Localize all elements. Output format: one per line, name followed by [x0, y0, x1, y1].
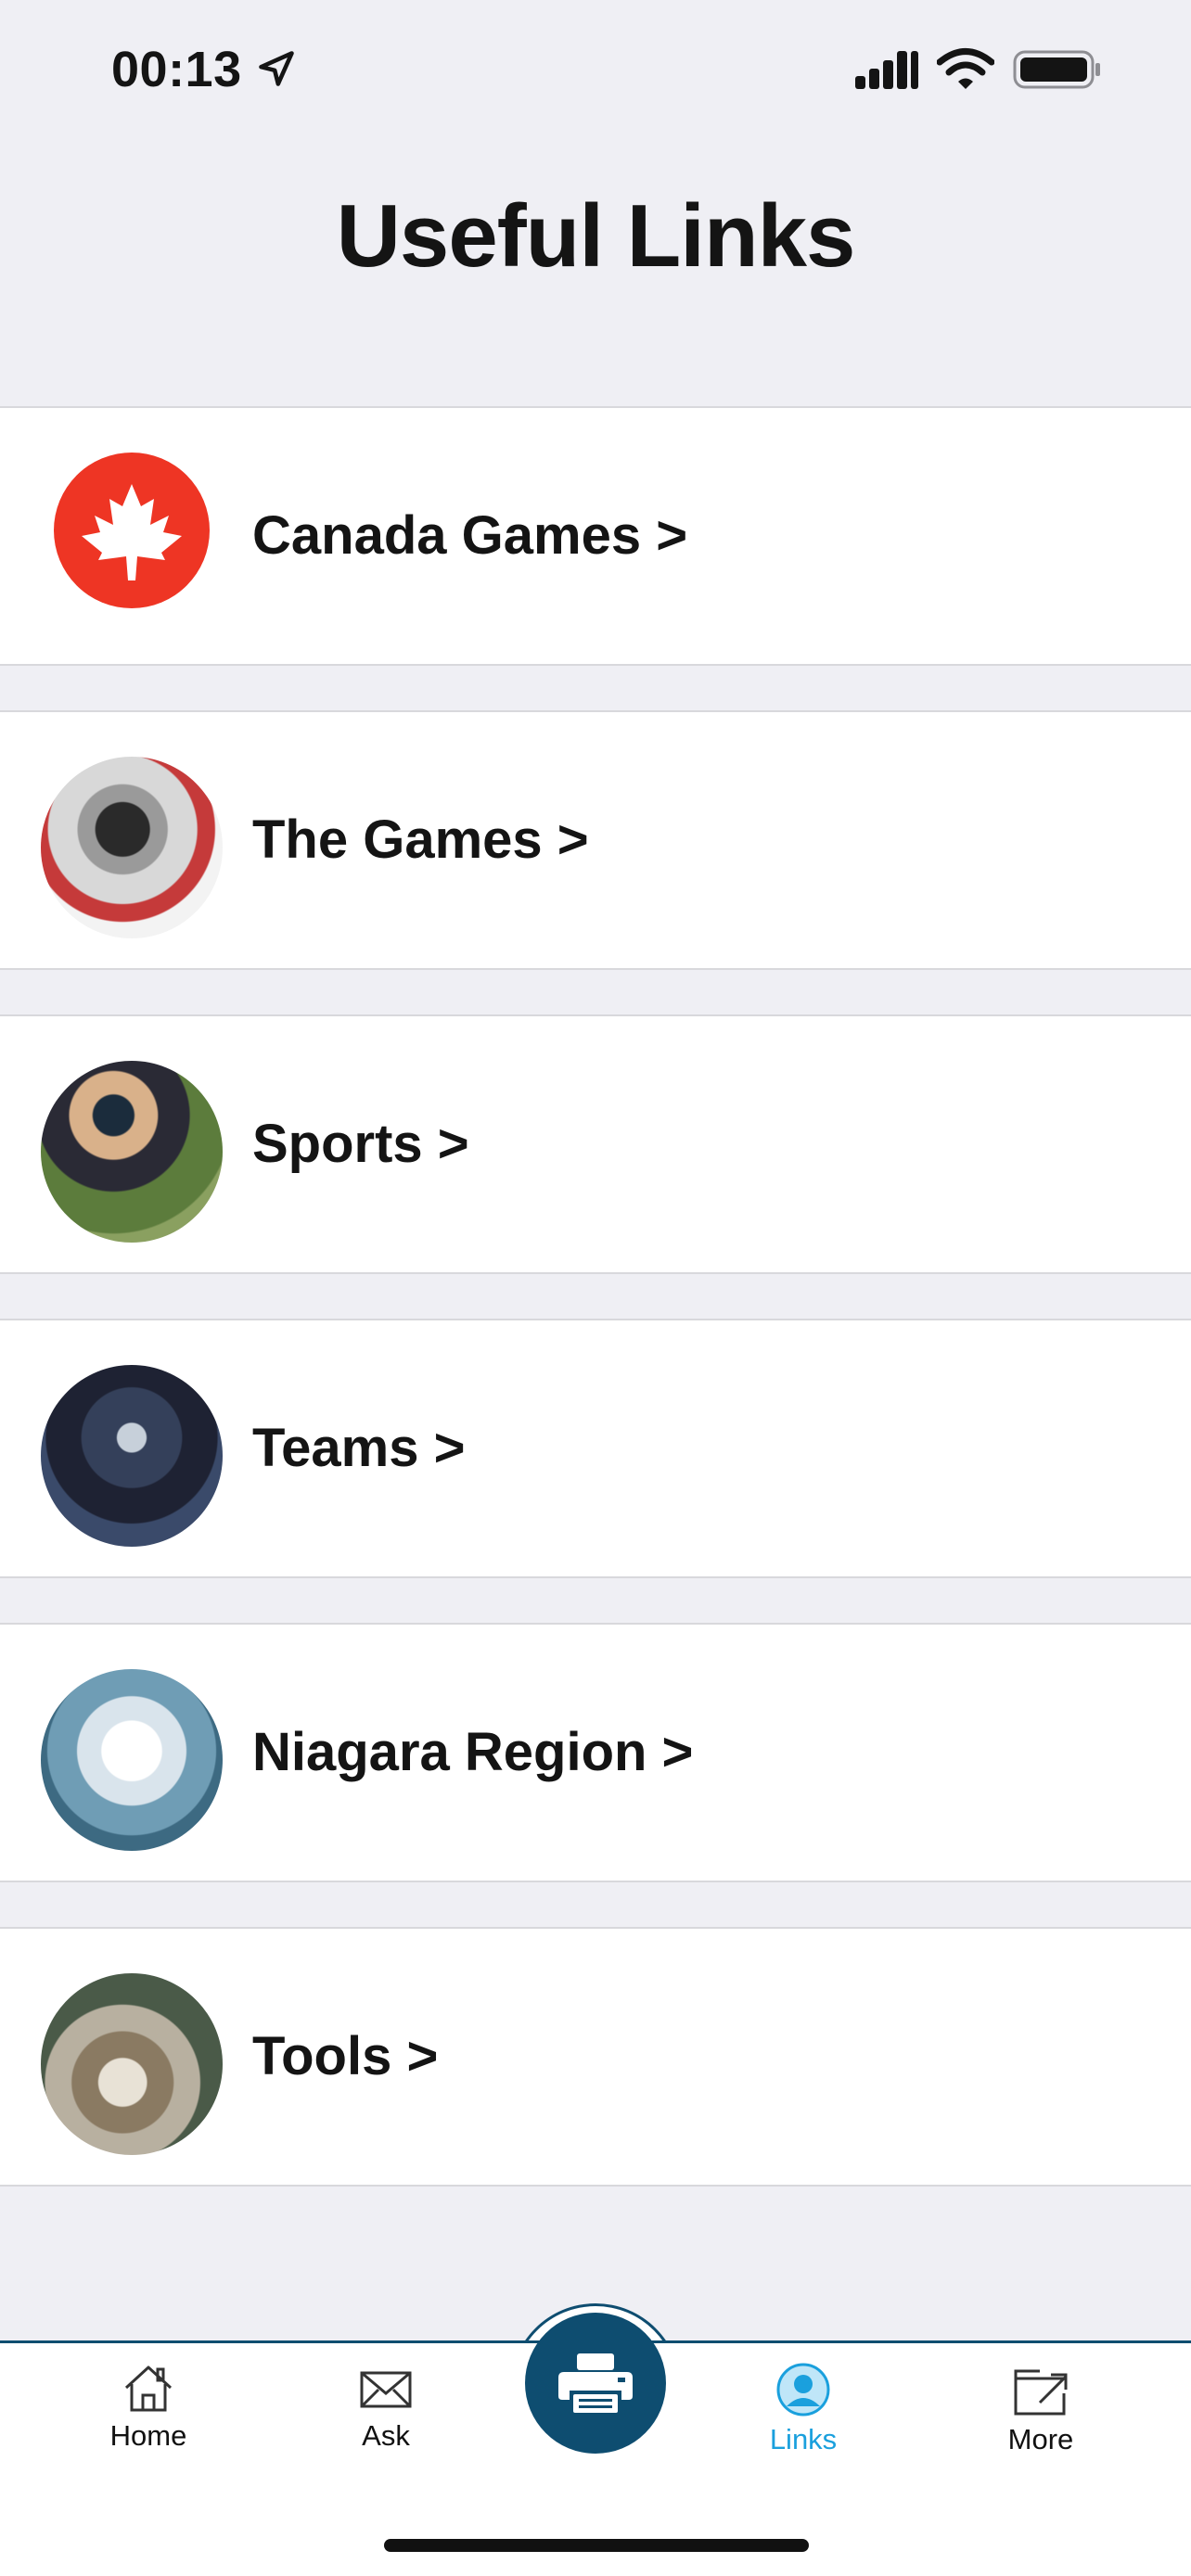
- user-circle-icon: [776, 2363, 830, 2417]
- link-label: Niagara Region >: [252, 1722, 694, 1782]
- link-label: Sports >: [252, 1114, 469, 1174]
- home-icon: [124, 2366, 173, 2412]
- kitten-photo: [41, 1973, 223, 2155]
- link-item-the-games[interactable]: The Games >: [0, 710, 1191, 970]
- external-link-icon: [1014, 2369, 1068, 2416]
- print-button[interactable]: [525, 2313, 666, 2454]
- tab-links[interactable]: Links: [711, 2362, 896, 2482]
- cyclists-photo: [41, 1061, 223, 1243]
- tab-label: More: [1007, 2423, 1074, 2455]
- tab-label: Ask: [362, 2419, 410, 2452]
- page-title: Useful Links: [336, 186, 856, 286]
- tab-home[interactable]: Home: [56, 2362, 241, 2482]
- link-item-teams[interactable]: Teams >: [0, 1319, 1191, 1578]
- cellular-signal-icon: [855, 51, 918, 89]
- link-label: Teams >: [252, 1418, 466, 1478]
- link-label: The Games >: [252, 810, 589, 870]
- canada-games-logo: [54, 453, 210, 608]
- team-crowd-photo: [41, 1365, 223, 1547]
- tab-label: Links: [769, 2423, 838, 2455]
- hockey-player-photo: [41, 757, 223, 938]
- link-label: Tools >: [252, 2026, 439, 2086]
- envelope-icon: [360, 2371, 412, 2408]
- link-item-sports[interactable]: Sports >: [0, 1014, 1191, 1274]
- link-label: Canada Games >: [252, 505, 688, 566]
- printer-icon: [558, 2353, 633, 2413]
- home-indicator: [384, 2539, 809, 2552]
- maple-leaf-icon: [82, 484, 182, 580]
- link-item-canada-games[interactable]: Canada Games >: [0, 406, 1191, 666]
- link-item-niagara-region[interactable]: Niagara Region >: [0, 1623, 1191, 1882]
- battery-icon: [1013, 50, 1100, 89]
- location-arrow-icon: [259, 51, 294, 86]
- wifi-icon: [937, 48, 994, 89]
- status-time: 00:13: [111, 42, 242, 97]
- tab-more[interactable]: More: [948, 2362, 1133, 2482]
- link-item-tools[interactable]: Tools >: [0, 1927, 1191, 2187]
- niagara-falls-photo: [41, 1669, 223, 1851]
- status-bar: 00:13: [0, 0, 1191, 139]
- tab-label: Home: [109, 2419, 187, 2452]
- tab-ask[interactable]: Ask: [293, 2362, 479, 2482]
